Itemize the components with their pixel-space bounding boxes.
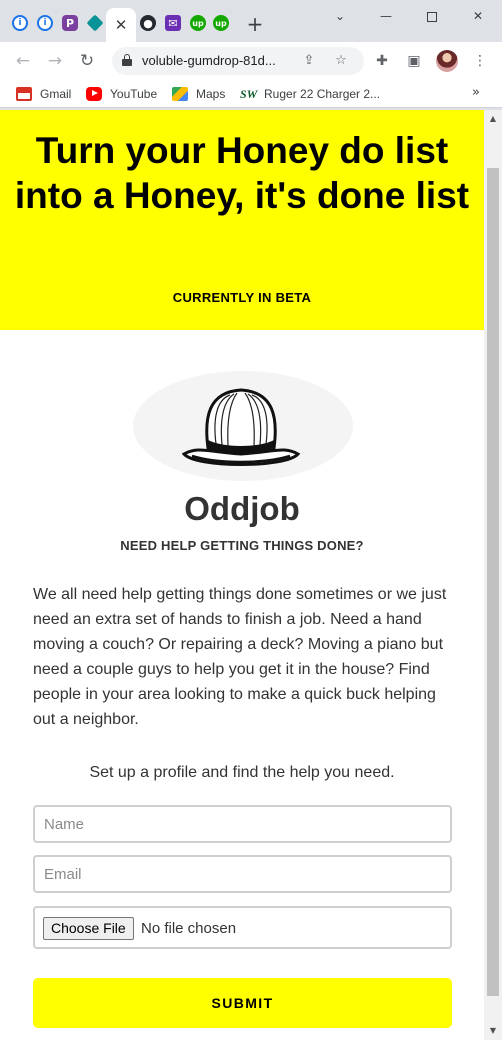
mail-icon: ✉: [165, 15, 181, 31]
close-window-icon[interactable]: ✕: [468, 6, 488, 26]
tab-strip: i i P ✕ ● ✉ up up + ⌄ — ✕: [0, 0, 502, 42]
new-tab-button[interactable]: +: [244, 12, 266, 36]
extensions-icon[interactable]: ✚: [372, 51, 392, 71]
star-icon[interactable]: ☆: [332, 52, 350, 70]
bowler-hat-icon: [181, 388, 301, 466]
bookmark-label: Maps: [196, 87, 226, 101]
bookmark-label: YouTube: [110, 87, 158, 101]
url-text[interactable]: voluble-gumdrop-81d...: [142, 53, 276, 68]
browser-chrome: i i P ✕ ● ✉ up up + ⌄ — ✕ ← → ↻ voluble-…: [0, 0, 502, 110]
tab-upwork-1[interactable]: up: [186, 8, 210, 38]
name-input[interactable]: [33, 805, 452, 843]
github-icon: ●: [140, 15, 156, 31]
share-icon[interactable]: ⇪: [300, 52, 318, 70]
bookmarks-bar: Gmail YouTube Maps SW Ruger 22 Charger 2…: [0, 80, 502, 108]
bookmark-label: Ruger 22 Charger 2...: [264, 87, 381, 101]
signup-lead: Set up a profile and find the help you n…: [89, 764, 395, 781]
email-input[interactable]: [33, 855, 452, 893]
bookmark-gmail[interactable]: Gmail: [16, 85, 71, 103]
info-icon: i: [37, 15, 53, 31]
sw-icon: SW: [240, 87, 258, 101]
tab-mail[interactable]: ✉: [161, 8, 185, 38]
file-upload-field: Choose File No file chosen: [33, 906, 452, 949]
brand-name: Oddjob: [184, 490, 300, 527]
tab-upwork-2[interactable]: up: [209, 8, 233, 38]
gmail-icon: [16, 87, 32, 101]
youtube-icon: [86, 87, 102, 101]
page: Turn your Honey do list into a Honey, it…: [0, 110, 484, 1040]
reload-icon[interactable]: ↻: [76, 50, 98, 72]
side-panel-icon[interactable]: ▣: [404, 51, 424, 71]
description: We all need help getting things done som…: [33, 586, 447, 728]
maximize-icon[interactable]: [422, 6, 442, 26]
bookmark-ruger[interactable]: SW Ruger 22 Charger 2...: [240, 85, 380, 103]
scroll-up-icon[interactable]: ▲: [488, 114, 498, 124]
tab-github[interactable]: ●: [136, 8, 160, 38]
avatar[interactable]: [436, 50, 458, 72]
page-viewport: Turn your Honey do list into a Honey, it…: [0, 110, 502, 1040]
bookmark-maps[interactable]: Maps: [172, 85, 225, 103]
tab-active[interactable]: ✕: [106, 8, 136, 42]
menu-icon[interactable]: ⋮: [470, 51, 490, 71]
tab-1[interactable]: i: [8, 8, 32, 38]
submit-button[interactable]: SUBMIT: [33, 978, 452, 1028]
choose-file-button[interactable]: Choose File: [43, 917, 134, 940]
upwork-icon: up: [190, 15, 206, 31]
tab-search-icon[interactable]: ⌄: [330, 6, 350, 26]
back-icon[interactable]: ←: [12, 50, 34, 72]
hero-banner: Turn your Honey do list into a Honey, it…: [0, 110, 484, 330]
info-icon: i: [12, 15, 28, 31]
beta-label: CURRENTLY IN BETA: [172, 290, 312, 305]
tab-3[interactable]: P: [58, 8, 82, 38]
bookmark-youtube[interactable]: YouTube: [86, 85, 157, 103]
scroll-down-icon[interactable]: ▼: [488, 1026, 498, 1036]
close-icon[interactable]: ✕: [115, 16, 128, 34]
more-bookmarks-icon[interactable]: »: [472, 85, 480, 100]
tab-4[interactable]: [83, 8, 107, 38]
tab-2[interactable]: i: [33, 8, 57, 38]
hero-title: Turn your Honey do list into a Honey, it…: [14, 130, 470, 216]
bookmark-label: Gmail: [40, 87, 72, 101]
minimize-icon[interactable]: —: [376, 6, 396, 26]
address-bar[interactable]: voluble-gumdrop-81d... ⇪ ☆: [112, 47, 364, 75]
forward-icon[interactable]: →: [44, 50, 66, 72]
lock-icon: [122, 54, 132, 66]
diamond-icon: [86, 14, 104, 32]
scrollbar-thumb[interactable]: [487, 168, 499, 996]
tagline: NEED HELP GETTING THINGS DONE?: [120, 538, 364, 553]
p-app-icon: P: [62, 15, 78, 31]
browser-toolbar: ← → ↻ voluble-gumdrop-81d... ⇪ ☆ ✚ ▣ ⋮: [0, 42, 502, 80]
scrollbar[interactable]: ▲ ▼: [484, 110, 502, 1040]
maps-icon: [172, 87, 188, 101]
file-status: No file chosen: [141, 920, 237, 937]
upwork-icon: up: [213, 15, 229, 31]
